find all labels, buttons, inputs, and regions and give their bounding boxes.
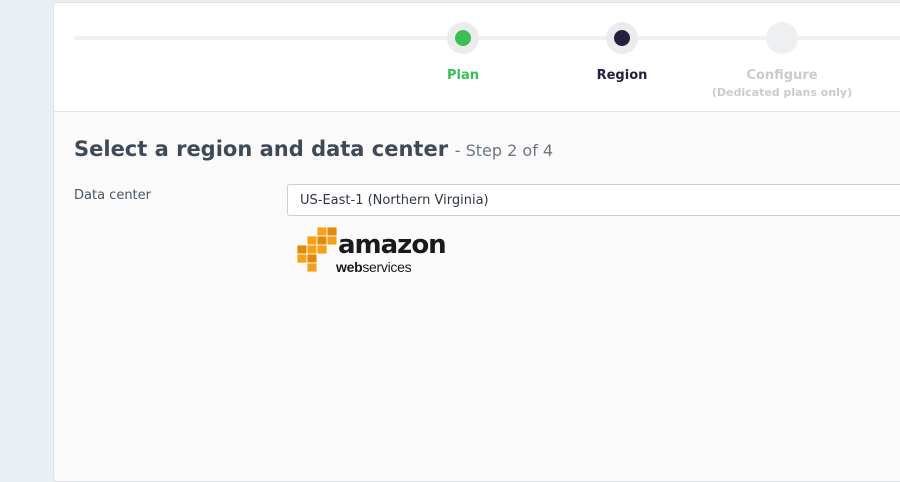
- step-configure-label: Configure: [746, 68, 818, 83]
- data-center-selected-value: US-East-1 (Northern Virginia): [300, 192, 489, 208]
- aws-wordmark-amazon: amazon: [338, 230, 447, 260]
- progress-stepper: Plan Region Configure (Dedicated plans o…: [54, 3, 900, 112]
- step-region-indicator: [606, 22, 638, 54]
- amazon-web-services-logo: amazon webservices: [296, 224, 447, 280]
- page-title-text: Select a region and data center: [74, 137, 449, 161]
- wizard-card: Plan Region Configure (Dedicated plans o…: [53, 2, 900, 482]
- page-title: Select a region and data center - Step 2…: [74, 137, 553, 161]
- step-region[interactable]: Region: [542, 22, 702, 84]
- aws-cubes-icon: [296, 226, 338, 273]
- step-configure-sublabel: (Dedicated plans only): [711, 86, 853, 99]
- step-plan[interactable]: Plan: [383, 22, 543, 84]
- step-active-dot: [614, 30, 630, 46]
- step-configure-indicator: [766, 22, 798, 54]
- data-center-label: Data center: [74, 188, 151, 203]
- step-region-label: Region: [596, 68, 648, 83]
- step-complete-dot: [455, 30, 471, 46]
- step-plan-indicator: [447, 22, 479, 54]
- step-configure: Configure (Dedicated plans only): [702, 22, 862, 99]
- step-counter: - Step 2 of 4: [454, 141, 554, 160]
- step-plan-label: Plan: [446, 68, 479, 83]
- aws-wordmark-webservices: webservices: [336, 259, 412, 275]
- data-center-select[interactable]: US-East-1 (Northern Virginia): [287, 184, 900, 216]
